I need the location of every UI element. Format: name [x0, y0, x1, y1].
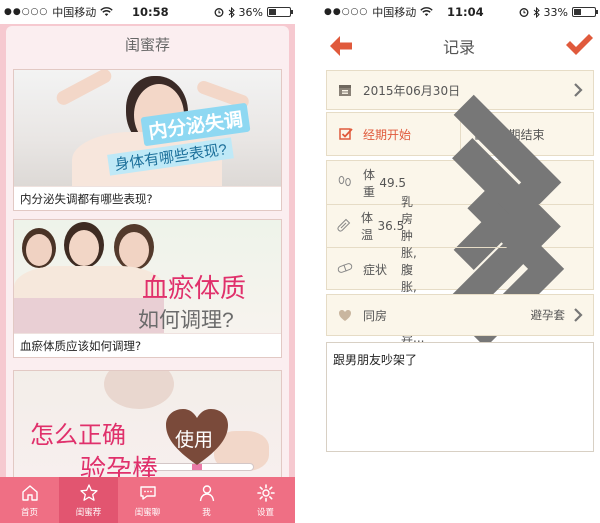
signal-icon: ●●○○○	[4, 7, 49, 17]
article-overlay-subtitle: 验孕棒	[80, 454, 159, 477]
tab-label: 首页	[20, 507, 38, 518]
gear-icon	[256, 483, 275, 502]
right-phone: ●●○○○ 中国移动 11:04 33% 记录 2015年06月30日 经期开始…	[318, 0, 600, 523]
alarm-icon	[214, 8, 223, 17]
nav-bar: 闺蜜荐	[0, 24, 295, 62]
temperature-label: 体温	[361, 211, 374, 242]
tab-me[interactable]: 我	[177, 477, 236, 523]
calendar-icon	[339, 85, 351, 96]
home-icon	[21, 484, 38, 501]
tab-home[interactable]: 首页	[0, 477, 59, 523]
page-title: 闺蜜荐	[124, 35, 170, 54]
chat-icon	[139, 485, 156, 500]
back-arrow-icon[interactable]	[328, 34, 354, 58]
tab-recommend[interactable]: 闺蜜荐	[59, 477, 118, 523]
checkbox-checked-icon	[339, 128, 353, 140]
battery-percent: 36%	[238, 5, 263, 19]
article-card[interactable]: 内分泌失调 身体有哪些表现? 内分泌失调都有哪些表现?	[13, 69, 282, 211]
battery-icon	[267, 7, 293, 17]
nav-bar: 记录	[318, 24, 600, 68]
symptoms-label: 症状	[363, 262, 388, 277]
carrier-label: 中国移动	[52, 6, 97, 19]
checkmark-icon[interactable]	[564, 32, 594, 58]
tab-bar: 首页 闺蜜荐 闺蜜聊 我 设置	[0, 477, 295, 523]
divider	[295, 0, 318, 523]
intimacy-label: 同房	[363, 308, 388, 323]
footprints-icon	[338, 175, 351, 187]
thermometer-icon	[337, 218, 351, 231]
note-textarea[interactable]: 跟男朋友吵架了	[326, 342, 594, 452]
bluetooth-icon	[533, 6, 540, 18]
heart-icon	[339, 309, 351, 321]
wifi-icon	[100, 7, 113, 16]
tab-label: 闺蜜荐	[75, 507, 102, 518]
battery-icon	[572, 7, 598, 17]
tab-label: 我	[202, 507, 211, 518]
article-feed[interactable]: 内分泌失调 身体有哪些表现? 内分泌失调都有哪些表现? 血瘀体质 如何调理? 血…	[6, 62, 289, 477]
tab-label: 设置	[256, 507, 274, 518]
intimacy-row[interactable]: 同房 避孕套	[326, 294, 594, 336]
note-text: 跟男朋友吵架了	[333, 353, 418, 367]
user-icon	[199, 484, 214, 501]
article-image: 怎么正确 验孕棒 使用	[14, 371, 281, 477]
screenshot: ●●○○○ 中国移动 10:58 36% 闺蜜荐 内分泌失调 身体有哪些表现? …	[0, 0, 600, 523]
article-card[interactable]: 怎么正确 验孕棒 使用	[13, 370, 282, 477]
chevron-right-icon	[574, 308, 583, 322]
period-start-label: 经期开始	[363, 127, 412, 142]
alarm-icon	[519, 8, 528, 17]
tab-label: 闺蜜聊	[134, 507, 161, 518]
article-overlay-subtitle: 如何调理?	[138, 309, 234, 332]
symptoms-row[interactable]: 症状 乳房肿胀,腹胀,白带异...	[327, 190, 593, 348]
bluetooth-icon	[228, 6, 235, 18]
weight-value: 49.5	[379, 175, 407, 190]
battery-percent: 33%	[543, 5, 568, 19]
carrier-label: 中国移动	[372, 6, 417, 19]
intimacy-value: 避孕套	[530, 308, 566, 322]
star-icon	[79, 483, 98, 501]
status-bar: ●●○○○ 中国移动 10:58 36%	[0, 0, 295, 24]
clock: 10:58	[132, 5, 169, 19]
article-card[interactable]: 血瘀体质 如何调理? 血瘀体质应该如何调理?	[13, 219, 282, 358]
article-overlay-title: 怎么正确	[30, 422, 126, 449]
signal-icon: ●●○○○	[324, 7, 369, 17]
article-image: 血瘀体质 如何调理?	[14, 220, 281, 333]
pill-icon	[337, 262, 353, 273]
tab-chat[interactable]: 闺蜜聊	[118, 477, 177, 523]
page-title: 记录	[442, 38, 475, 57]
heart-badge-label: 使用	[175, 430, 214, 451]
clock: 11:04	[447, 5, 484, 19]
tab-settings[interactable]: 设置	[236, 477, 295, 523]
article-caption[interactable]: 内分泌失调都有哪些表现?	[14, 186, 281, 210]
article-caption[interactable]: 血瘀体质应该如何调理?	[14, 333, 281, 357]
metrics-group: 体重 49.5 体温 36.5 症状 乳房肿胀,腹胀,白带异...	[326, 94, 594, 348]
article-overlay-title: 血瘀体质	[142, 273, 247, 303]
wifi-icon	[420, 7, 433, 16]
status-bar: ●●○○○ 中国移动 11:04 33%	[318, 0, 600, 24]
left-phone: ●●○○○ 中国移动 10:58 36% 闺蜜荐 内分泌失调 身体有哪些表现? …	[0, 0, 295, 523]
weight-label: 体重	[363, 167, 376, 199]
article-image: 内分泌失调 身体有哪些表现?	[14, 70, 281, 186]
